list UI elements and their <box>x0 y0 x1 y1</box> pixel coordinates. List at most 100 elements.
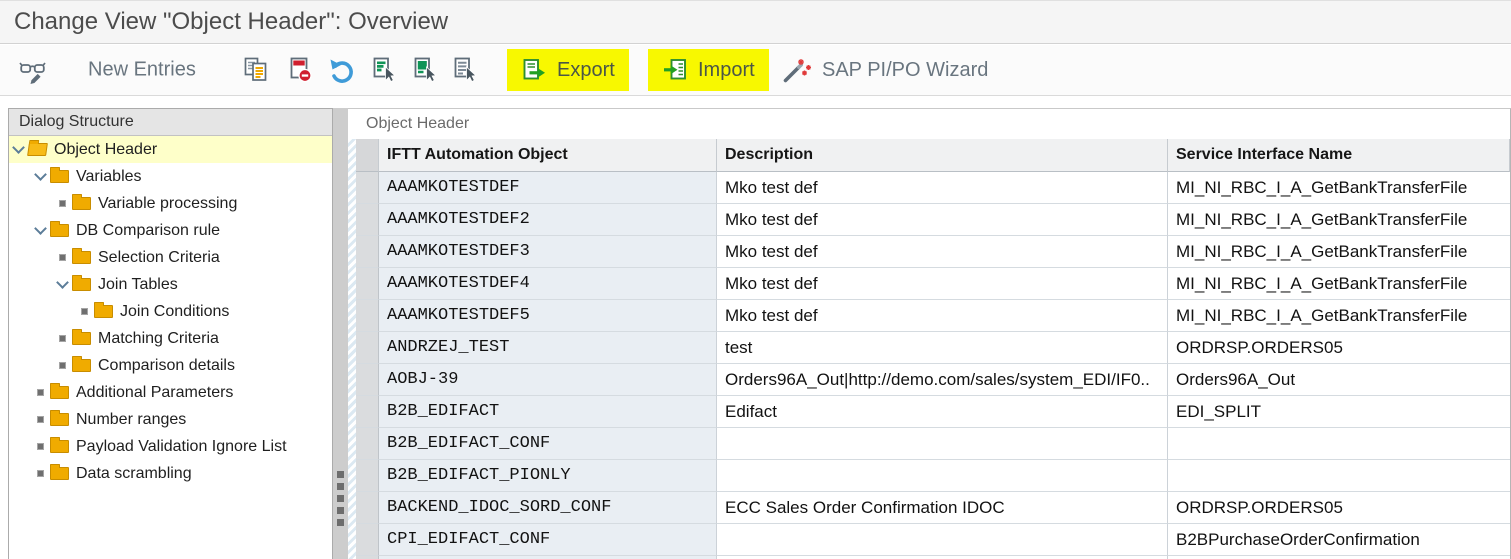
row-selector[interactable] <box>356 204 379 236</box>
chevron-down-icon[interactable] <box>55 278 69 292</box>
sap-change-view-window: Change View "Object Header": Overview Ne… <box>0 0 1511 559</box>
cell-service-interface-name[interactable]: B2BPurchaseOrderConfirmation <box>1168 524 1510 556</box>
cell-service-interface-name[interactable]: MI_NI_RBC_I_A_GetBankTransferFile <box>1168 268 1510 300</box>
table-left-margin <box>348 139 356 559</box>
cell-service-interface-name[interactable] <box>1168 428 1510 460</box>
leaf-bullet-icon <box>55 359 69 373</box>
cell-description[interactable]: Mko test def <box>717 300 1168 332</box>
new-entries-button[interactable]: New Entries <box>88 59 196 82</box>
cell-automation-object[interactable]: AAAMKOTESTDEF3 <box>379 236 717 268</box>
open-folder-icon <box>27 143 48 156</box>
cell-automation-object[interactable]: B2B_EDIFACT_PIONLY <box>379 460 717 492</box>
row-selector[interactable] <box>356 364 379 396</box>
tree-item-label: Object Header <box>54 141 157 159</box>
cell-service-interface-name[interactable]: MI_NI_RBC_I_A_GetBankTransferFile <box>1168 172 1510 204</box>
tree-item-additional-parameters[interactable]: Additional Parameters <box>9 379 332 406</box>
tree-item-number-ranges[interactable]: Number ranges <box>9 406 332 433</box>
row-selector[interactable] <box>356 524 379 556</box>
cell-automation-object[interactable]: ANDRZEJ_TEST <box>379 332 717 364</box>
leaf-bullet-icon <box>33 440 47 454</box>
cell-service-interface-name[interactable]: MI_NI_RBC_I_A_GetBankTransferFile <box>1168 204 1510 236</box>
cell-description[interactable] <box>717 460 1168 492</box>
import-icon <box>662 57 689 83</box>
tree-item-variables[interactable]: Variables <box>9 163 332 190</box>
folder-icon <box>50 224 69 237</box>
row-selector[interactable] <box>356 428 379 460</box>
cell-automation-object[interactable]: AAAMKOTESTDEF2 <box>379 204 717 236</box>
cell-service-interface-name[interactable]: MI_NI_RBC_I_A_GetBankTransferFile <box>1168 236 1510 268</box>
cell-description[interactable]: Edifact <box>717 396 1168 428</box>
folder-icon <box>72 278 91 291</box>
cell-automation-object[interactable]: CPI_EDIFACT_CONF <box>379 524 717 556</box>
cell-service-interface-name[interactable]: EDI_SPLIT <box>1168 396 1510 428</box>
cell-service-interface-name[interactable]: ORDRSP.ORDERS05 <box>1168 492 1510 524</box>
chevron-down-icon[interactable] <box>33 170 47 184</box>
cell-description[interactable]: test <box>717 332 1168 364</box>
cell-description[interactable]: Mko test def <box>717 204 1168 236</box>
leaf-bullet-icon <box>33 467 47 481</box>
cell-automation-object[interactable]: B2B_EDIFACT <box>379 396 717 428</box>
cell-description[interactable]: Mko test def <box>717 268 1168 300</box>
display-change-button[interactable] <box>18 56 48 85</box>
cell-description[interactable]: ECC Sales Order Confirmation IDOC <box>717 492 1168 524</box>
row-selector[interactable] <box>356 332 379 364</box>
panel-splitter[interactable] <box>333 108 348 559</box>
tree-item-join-tables[interactable]: Join Tables <box>9 271 332 298</box>
table-row-b2b-edifact-conf: B2B_EDIFACT_CONF <box>356 428 1510 460</box>
cell-service-interface-name[interactable]: Orders96A_Out <box>1168 364 1510 396</box>
page-title: Change View "Object Header": Overview <box>14 8 448 36</box>
window-title-bar: Change View "Object Header": Overview <box>0 0 1511 44</box>
cell-description[interactable] <box>717 428 1168 460</box>
column-header-automation-object[interactable]: IFTT Automation Object <box>379 139 717 172</box>
tree-item-comparison-details[interactable]: Comparison details <box>9 352 332 379</box>
row-selector[interactable] <box>356 492 379 524</box>
tree-item-payload-validation-ignore-list[interactable]: Payload Validation Ignore List <box>9 433 332 460</box>
row-selector[interactable] <box>356 396 379 428</box>
cell-service-interface-name[interactable]: ORDRSP.ORDERS05 <box>1168 332 1510 364</box>
cell-service-interface-name[interactable]: MI_NI_RBC_I_A_GetBankTransferFile <box>1168 300 1510 332</box>
row-selector[interactable] <box>356 172 379 204</box>
chevron-down-icon[interactable] <box>33 224 47 238</box>
column-header-service-interface-name[interactable]: Service Interface Name <box>1168 139 1510 172</box>
cell-automation-object[interactable]: AAAMKOTESTDEF4 <box>379 268 717 300</box>
cell-automation-object[interactable]: AAAMKOTESTDEF <box>379 172 717 204</box>
row-selector[interactable] <box>356 460 379 492</box>
cell-description[interactable]: Mko test def <box>717 236 1168 268</box>
delete-row-button[interactable] <box>286 56 314 84</box>
tree-item-label: Variables <box>76 168 142 186</box>
table-row-b2b-edifact: B2B_EDIFACT Edifact EDI_SPLIT <box>356 396 1510 428</box>
new-entries-label: New Entries <box>88 59 196 82</box>
tree-item-matching-criteria[interactable]: Matching Criteria <box>9 325 332 352</box>
cell-description[interactable]: Orders96A_Out|http://demo.com/sales/syst… <box>717 364 1168 396</box>
tree-item-join-conditions[interactable]: Join Conditions <box>9 298 332 325</box>
cell-service-interface-name[interactable] <box>1168 460 1510 492</box>
select-all-corner[interactable] <box>356 139 379 172</box>
tree-item-db-comparison-rule[interactable]: DB Comparison rule <box>9 217 332 244</box>
tree-item-variable-processing[interactable]: Variable processing <box>9 190 332 217</box>
chevron-down-icon[interactable] <box>11 143 25 157</box>
select-block-button[interactable] <box>411 56 439 84</box>
cell-automation-object[interactable]: B2B_EDIFACT_CONF <box>379 428 717 460</box>
copy-button[interactable] <box>242 56 270 84</box>
tree-item-data-scrambling[interactable]: Data scrambling <box>9 460 332 487</box>
row-selector[interactable] <box>356 268 379 300</box>
table-body: AAAMKOTESTDEF Mko test def MI_NI_RBC_I_A… <box>356 172 1510 559</box>
cell-automation-object[interactable]: AAAMKOTESTDEF5 <box>379 300 717 332</box>
cell-description[interactable] <box>717 524 1168 556</box>
cell-description[interactable]: Mko test def <box>717 172 1168 204</box>
import-button[interactable]: Import <box>648 49 769 91</box>
export-button[interactable]: Export <box>507 49 629 91</box>
sap-pi-po-wizard-button[interactable]: SAP PI/PO Wizard <box>781 56 988 84</box>
cell-automation-object[interactable]: AOBJ-39 <box>379 364 717 396</box>
row-selector[interactable] <box>356 300 379 332</box>
deselect-all-button[interactable] <box>451 56 479 84</box>
tree-item-selection-criteria[interactable]: Selection Criteria <box>9 244 332 271</box>
undo-button[interactable] <box>328 56 357 84</box>
column-header-description[interactable]: Description <box>717 139 1168 172</box>
table-row-b2b-edifact-pionly: B2B_EDIFACT_PIONLY <box>356 460 1510 492</box>
delete-row-icon <box>286 56 314 84</box>
cell-automation-object[interactable]: BACKEND_IDOC_SORD_CONF <box>379 492 717 524</box>
row-selector[interactable] <box>356 236 379 268</box>
select-all-button[interactable] <box>370 56 398 84</box>
tree-item-object-header[interactable]: Object Header <box>9 136 332 163</box>
